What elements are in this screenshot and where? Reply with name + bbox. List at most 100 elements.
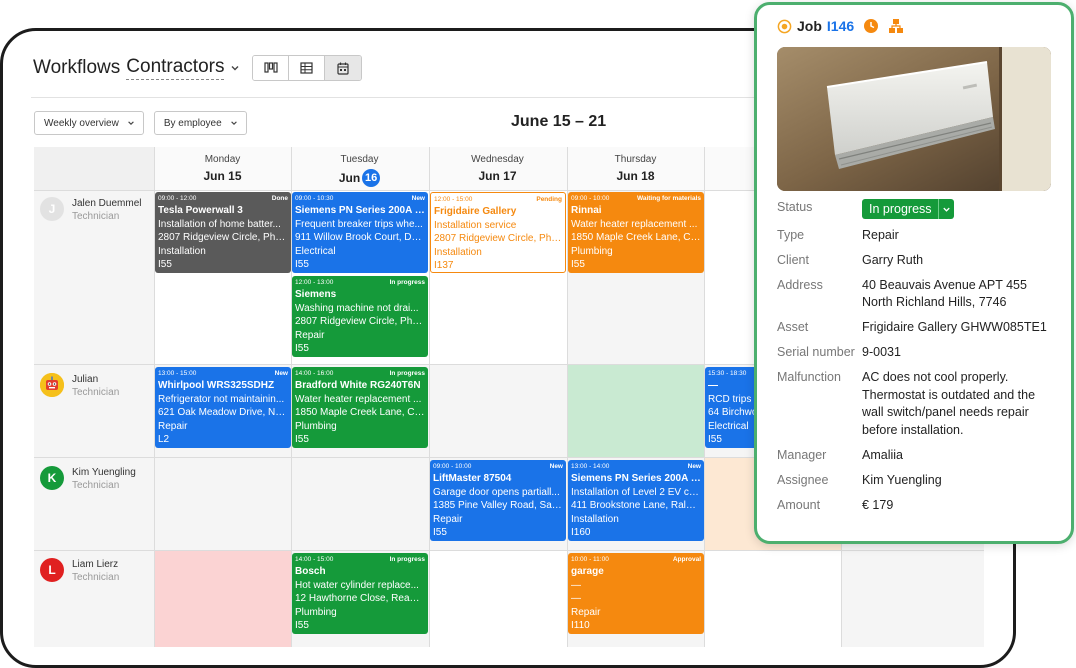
job-description: Installation service xyxy=(434,219,517,231)
job-time: 13:00 - 14:00 xyxy=(571,463,610,470)
job-card[interactable]: 14:00 - 16:00 In progress Bradford White … xyxy=(292,367,428,448)
job-fields: Status In progress Type Repair Client Garr… xyxy=(777,199,1051,514)
employee-row-header[interactable]: K Kim Yuengling Technician xyxy=(40,466,152,492)
job-time: 15:30 - 18:30 xyxy=(708,370,747,377)
job-card[interactable]: 09:00 - 10:00 New LiftMaster 87504 Garage… xyxy=(430,460,566,541)
row4-bg-fri xyxy=(705,551,842,647)
job-status: In progress xyxy=(389,279,425,286)
job-title: Siemens PN Series 200A L... xyxy=(295,205,425,216)
job-time: 09:00 - 10:00 xyxy=(433,463,472,470)
job-card[interactable]: 14:00 - 15:00 In progress Bosch Hot water… xyxy=(292,553,428,634)
job-type: Installation xyxy=(158,245,206,257)
job-code: I160 xyxy=(571,527,591,539)
chevron-down-icon xyxy=(128,121,134,125)
field-label: Serial number xyxy=(777,345,855,359)
job-card[interactable]: 13:00 - 14:00 New Siemens PN Series 200A … xyxy=(568,460,704,541)
hierarchy-icon[interactable] xyxy=(888,18,904,34)
job-address: 12 Hawthorne Close, Readi... xyxy=(295,593,425,605)
day-date-text: Jun 17 xyxy=(478,169,517,183)
job-card[interactable]: 13:00 - 15:00 New Whirlpool WRS325SDHZ Re… xyxy=(155,367,291,448)
job-type: Plumbing xyxy=(295,420,337,432)
field-status: Status In progress xyxy=(777,199,1051,219)
job-card[interactable]: 09:00 - 12:00 Done Tesla Powerwall 3 Inst… xyxy=(155,192,291,273)
day-date-text: Jun 15 xyxy=(203,169,242,183)
job-description: Water heater replacement ... xyxy=(571,218,698,230)
clock-icon[interactable] xyxy=(863,18,879,34)
job-type: Installation xyxy=(434,246,482,258)
job-title: Rinnai xyxy=(571,205,602,216)
field-label: Assignee xyxy=(777,472,829,487)
job-address: 2807 Ridgeview Circle, Pho... xyxy=(434,233,562,245)
job-code: I110 xyxy=(571,620,590,632)
air-conditioner-illustration-icon xyxy=(777,47,1051,191)
employee-name: Jalen Duemmel xyxy=(72,198,142,209)
job-card[interactable]: 10:00 - 11:00 Approval garage — — Repair … xyxy=(568,553,704,634)
job-title: Bosch xyxy=(295,566,326,577)
job-description: Refrigerator not maintainin... xyxy=(158,393,285,405)
job-type: Installation xyxy=(571,513,619,525)
job-status: New xyxy=(411,195,425,202)
day-header-wednesday: Wednesday Jun 17 xyxy=(429,147,566,190)
field-value: In progress xyxy=(862,199,1051,219)
job-description: Installation of Level 2 EV ch... xyxy=(571,486,701,498)
job-label: Job xyxy=(797,18,822,34)
job-address: 2807 Ridgeview Circle, Pho... xyxy=(158,232,288,244)
day-name: Monday xyxy=(204,154,241,165)
grouping-dropdown[interactable]: By employee xyxy=(153,111,247,135)
panel-header: Job I146 xyxy=(777,15,1051,37)
field-value: Repair xyxy=(862,227,899,242)
job-card[interactable]: 09:00 - 10:30 New Siemens PN Series 200A … xyxy=(292,192,428,273)
job-card[interactable]: 12:00 - 13:00 In progress Siemens Washing… xyxy=(292,276,428,357)
job-status: New xyxy=(274,370,288,377)
day-name: Thursday xyxy=(614,154,657,165)
avatar: J xyxy=(40,197,64,221)
calendar-view-button[interactable] xyxy=(325,56,362,80)
board-view-button[interactable] xyxy=(253,56,290,80)
job-id-link[interactable]: I146 xyxy=(827,18,854,34)
field-label: Address xyxy=(777,277,823,292)
job-status: Waiting for materials xyxy=(636,195,701,202)
avatar: L xyxy=(40,558,64,582)
job-description: Installation of home batter... xyxy=(158,218,281,230)
job-address: 1385 Pine Valley Road, Sacr... xyxy=(433,500,563,512)
employee-info: Jalen Duemmel Technician xyxy=(72,197,141,223)
field-label: Malfunction xyxy=(777,370,841,384)
row4-bg-wed xyxy=(430,551,568,647)
job-title: garage xyxy=(571,566,604,577)
employee-row-header[interactable]: J Jalen Duemmel Technician xyxy=(40,197,152,223)
job-description: Hot water cylinder replace... xyxy=(295,579,419,591)
employee-role: Technician xyxy=(72,480,120,491)
job-type: Plumbing xyxy=(295,606,337,618)
avatar: K xyxy=(40,466,64,490)
job-status: Pending xyxy=(536,196,562,203)
job-status: New xyxy=(549,463,563,470)
job-card[interactable]: 12:00 - 15:00 Pending Frigidaire Gallery … xyxy=(430,192,566,273)
job-card[interactable]: 09:00 - 10:00 Waiting for materials Rinna… xyxy=(568,192,704,273)
status-value: In progress xyxy=(869,201,932,216)
status-dropdown[interactable]: In progress xyxy=(862,199,954,219)
employee-row-header[interactable]: L Liam Lierz Technician xyxy=(40,558,152,584)
field-label: Amount xyxy=(777,497,821,512)
job-title: Whirlpool WRS325SDHZ xyxy=(158,380,275,391)
table-view-button[interactable] xyxy=(289,56,326,80)
job-time: 12:00 - 13:00 xyxy=(295,279,334,286)
field-address: Address 40 Beauvais Avenue APT 455 North … xyxy=(777,277,1051,312)
chevron-down-icon[interactable] xyxy=(230,63,240,73)
employee-row-header[interactable]: Julian Technician xyxy=(40,373,152,399)
today-badge: 16 xyxy=(362,169,381,187)
day-date: Jun 15 xyxy=(154,169,291,183)
employee-name: Julian xyxy=(72,374,99,385)
job-address: 911 Willow Brook Court, De... xyxy=(295,232,425,244)
job-time: 09:00 - 10:00 xyxy=(571,195,610,202)
job-type: Repair xyxy=(295,329,325,341)
field-label: Client xyxy=(777,252,809,267)
job-title: Siemens PN Series 200A L... xyxy=(571,473,701,484)
title-row: Workflows Contractors xyxy=(33,53,363,83)
job-status: New xyxy=(687,463,701,470)
employee-info: Julian Technician xyxy=(72,373,119,399)
avatar xyxy=(40,373,64,397)
overview-dropdown[interactable]: Weekly overview xyxy=(34,111,144,135)
workflow-selector[interactable]: Contractors xyxy=(126,56,225,80)
job-address: 621 Oak Meadow Drive, Na... xyxy=(158,407,288,419)
employee-role: Technician xyxy=(72,211,120,222)
